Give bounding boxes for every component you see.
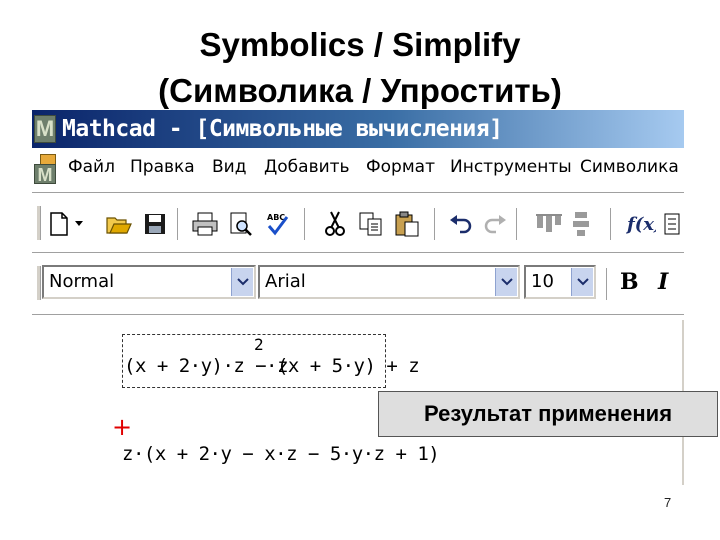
chevron-down-icon[interactable] xyxy=(495,268,517,296)
menu-view[interactable]: Вид xyxy=(212,157,246,177)
redo-icon[interactable] xyxy=(482,210,508,238)
menu-format[interactable]: Формат xyxy=(366,157,435,177)
new-document-icon[interactable] xyxy=(46,210,72,238)
save-icon[interactable] xyxy=(142,210,168,238)
print-icon[interactable] xyxy=(192,210,218,238)
expression-part2: ·(x + 5·y) + z xyxy=(266,355,420,377)
insert-function-icon[interactable]: f(x) xyxy=(626,210,656,238)
result-expression[interactable]: z·(x + 2·y − x·z − 5·y·z + 1) xyxy=(122,443,440,465)
menu-edit[interactable]: Правка xyxy=(130,157,195,177)
paste-icon[interactable] xyxy=(394,210,420,238)
toolbar-separator xyxy=(304,208,308,240)
print-preview-icon[interactable] xyxy=(228,210,254,238)
toolbar-grip[interactable] xyxy=(36,206,41,240)
font-select[interactable]: Arial xyxy=(258,265,520,299)
font-select-value: Arial xyxy=(265,271,306,292)
toolbar-grip[interactable] xyxy=(36,266,41,300)
menu-symbolics[interactable]: Символика xyxy=(580,157,679,177)
expression-part1: (x + 2·y)·z − z xyxy=(124,355,289,377)
chevron-down-icon[interactable] xyxy=(231,268,253,296)
style-select-value: Normal xyxy=(49,271,115,292)
window-titlebar[interactable]: M Mathcad - [Символьные вычисления] xyxy=(32,110,684,148)
menu-file[interactable]: Файл xyxy=(68,157,115,177)
undo-icon[interactable] xyxy=(448,210,474,238)
toolbar-separator xyxy=(177,208,181,240)
align-vertical-icon[interactable] xyxy=(568,210,594,238)
slide-title: Symbolics / Simplify xyxy=(199,26,521,63)
mathcad-logo-icon: M xyxy=(34,115,56,143)
standard-toolbar: ABC f(x) xyxy=(32,198,684,250)
menu-tools[interactable]: Инструменты xyxy=(450,157,572,177)
cut-icon[interactable] xyxy=(322,210,348,238)
window-title: Mathcad - [Символьные вычисления] xyxy=(62,116,503,142)
insert-function-label: f(x) xyxy=(626,214,656,235)
expression-exponent: 2 xyxy=(254,335,264,354)
result-callout: Результат применения xyxy=(378,391,718,437)
copy-icon[interactable] xyxy=(358,210,384,238)
open-folder-icon[interactable] xyxy=(106,210,132,238)
font-size-select[interactable]: 10 xyxy=(524,265,596,299)
toolbar-separator xyxy=(610,208,614,240)
menu-bar: M Файл Правка Вид Добавить Формат Инстру… xyxy=(32,148,684,188)
spell-check-icon[interactable]: ABC xyxy=(264,210,290,238)
italic-button[interactable]: I xyxy=(658,268,668,296)
toolbar-separator xyxy=(606,268,610,300)
formatting-separator-line xyxy=(32,314,684,318)
expression-region[interactable]: (x + 2·y)·z − z 2 ·(x + 5·y) + z xyxy=(122,334,420,388)
slide-subtitle: (Символика / Упростить) xyxy=(158,72,562,109)
bold-button[interactable]: B xyxy=(620,268,639,296)
page-number: 7 xyxy=(664,495,672,510)
menu-separator xyxy=(32,192,684,196)
formatting-toolbar: Normal Arial 10 B I xyxy=(32,256,684,312)
chevron-down-icon[interactable] xyxy=(571,268,593,296)
toolbar-separator xyxy=(516,208,520,240)
insert-units-icon[interactable] xyxy=(662,210,682,238)
font-size-select-value: 10 xyxy=(531,271,554,292)
toolbar-separator xyxy=(434,208,438,240)
crosshair-cursor: + xyxy=(112,413,133,441)
menu-insert[interactable]: Добавить xyxy=(264,157,350,177)
document-icon[interactable]: M xyxy=(34,154,56,185)
style-select[interactable]: Normal xyxy=(42,265,256,299)
dropdown-arrow-icon[interactable] xyxy=(72,210,86,238)
align-icon[interactable] xyxy=(536,210,562,238)
